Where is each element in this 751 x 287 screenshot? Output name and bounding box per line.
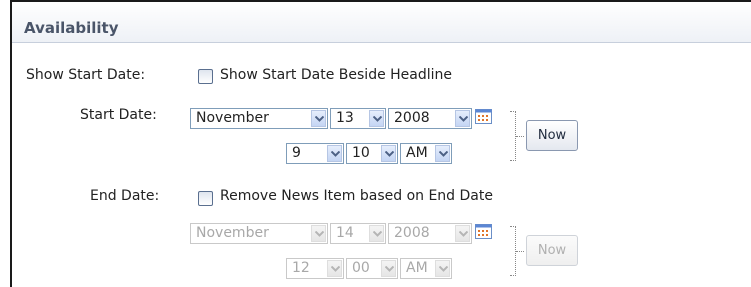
start-hour-select[interactable]: 9 xyxy=(286,143,344,164)
start-day-select[interactable]: 13 xyxy=(330,108,386,129)
end-day-select[interactable]: 14 xyxy=(330,223,386,244)
start-date-label: Start Date: xyxy=(80,107,157,123)
show-start-date-label: Show Start Date: xyxy=(26,67,146,83)
section-title: Availability xyxy=(24,19,119,37)
chevron-down-icon[interactable] xyxy=(381,145,396,162)
end-date-checkbox-label[interactable]: Remove News Item based on End Date xyxy=(220,188,493,204)
start-now-button[interactable]: Now xyxy=(526,120,578,151)
end-minute-value: 00 xyxy=(352,260,370,276)
end-hour-value: 12 xyxy=(292,260,310,276)
chevron-down-icon[interactable] xyxy=(435,260,450,277)
start-minute-select[interactable]: 10 xyxy=(346,143,398,164)
end-date-checkbox[interactable] xyxy=(198,191,213,206)
chevron-down-icon[interactable] xyxy=(311,110,326,127)
end-year-value: 2008 xyxy=(394,225,430,241)
show-start-date-checkbox-label[interactable]: Show Start Date Beside Headline xyxy=(220,67,452,83)
start-ampm-value: AM xyxy=(406,145,428,161)
end-minute-select[interactable]: 00 xyxy=(346,258,398,279)
end-date-label: End Date: xyxy=(90,188,160,204)
end-month-value: November xyxy=(196,225,269,241)
end-month-select[interactable]: November xyxy=(190,223,328,244)
start-bracket-tick xyxy=(516,136,524,137)
start-hour-value: 9 xyxy=(292,145,301,161)
section-header: Availability xyxy=(12,2,751,43)
chevron-down-icon[interactable] xyxy=(455,225,470,242)
end-day-value: 14 xyxy=(336,225,354,241)
start-ampm-select[interactable]: AM xyxy=(400,143,452,164)
calendar-icon[interactable] xyxy=(475,224,492,239)
calendar-icon[interactable] xyxy=(475,109,492,124)
end-ampm-value: AM xyxy=(406,260,428,276)
show-start-date-checkbox[interactable] xyxy=(198,69,213,84)
chevron-down-icon[interactable] xyxy=(311,225,326,242)
end-year-select[interactable]: 2008 xyxy=(388,223,472,244)
start-year-select[interactable]: 2008 xyxy=(388,108,472,129)
chevron-down-icon[interactable] xyxy=(369,110,384,127)
chevron-down-icon[interactable] xyxy=(327,145,342,162)
chevron-down-icon[interactable] xyxy=(455,110,470,127)
end-now-button[interactable]: Now xyxy=(526,235,578,266)
start-year-value: 2008 xyxy=(394,110,430,126)
end-bracket-tick xyxy=(516,251,524,252)
chevron-down-icon[interactable] xyxy=(381,260,396,277)
availability-panel: Availability Show Start Date: Show Start… xyxy=(10,0,751,287)
start-month-select[interactable]: November xyxy=(190,108,328,129)
chevron-down-icon[interactable] xyxy=(435,145,450,162)
start-minute-value: 10 xyxy=(352,145,370,161)
start-day-value: 13 xyxy=(336,110,354,126)
end-hour-select[interactable]: 12 xyxy=(286,258,344,279)
chevron-down-icon[interactable] xyxy=(369,225,384,242)
start-month-value: November xyxy=(196,110,269,126)
end-ampm-select[interactable]: AM xyxy=(400,258,452,279)
chevron-down-icon[interactable] xyxy=(327,260,342,277)
